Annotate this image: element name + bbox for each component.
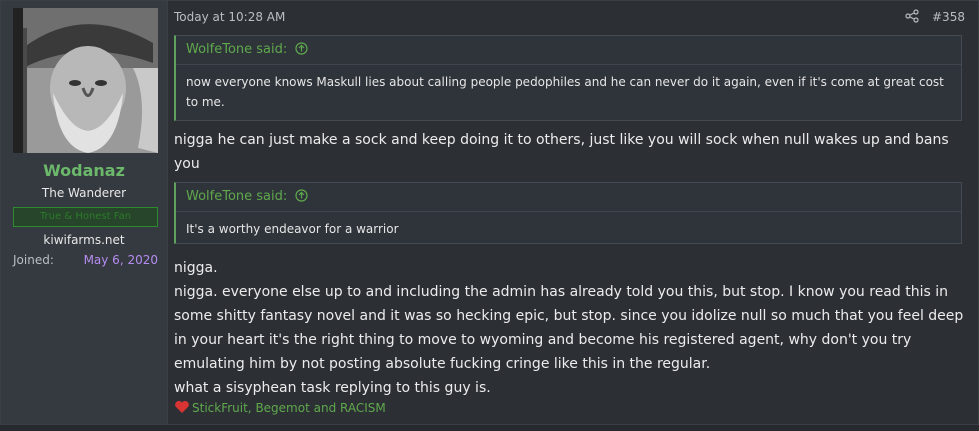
post-number[interactable]: #358 bbox=[932, 10, 965, 24]
reactions-bar[interactable]: StickFruit, Begemot and RACISM bbox=[174, 400, 386, 415]
reactions-list[interactable]: StickFruit, Begemot and RACISM bbox=[192, 401, 386, 415]
quote-author[interactable]: WolfeTone said: bbox=[186, 42, 287, 57]
avatar[interactable] bbox=[13, 8, 158, 153]
joined-label: Joined: bbox=[13, 253, 54, 267]
post-content: Today at 10:28 AM #358 WolfeTone said: n… bbox=[174, 1, 970, 424]
user-banner: True & Honest Fan bbox=[13, 207, 158, 227]
reply-line: what a sisyphean task replying to this g… bbox=[174, 380, 491, 396]
heart-icon bbox=[175, 400, 189, 413]
quote-header[interactable]: WolfeTone said: bbox=[176, 36, 961, 65]
user-sidebar: Wodanaz The Wanderer True & Honest Fan k… bbox=[1, 1, 168, 424]
quote-author[interactable]: WolfeTone said: bbox=[186, 189, 287, 204]
user-title: The Wanderer bbox=[41, 186, 127, 200]
quote-text: It's a worthy endeavor for a warrior bbox=[186, 222, 399, 236]
quote-arrow-icon[interactable] bbox=[295, 42, 309, 55]
reply-text: nigga he can just make a sock and keep d… bbox=[174, 132, 949, 172]
username[interactable]: Wodanaz bbox=[1, 161, 167, 180]
avatar-image bbox=[13, 8, 158, 153]
reply-line: nigga. bbox=[174, 260, 218, 276]
post-timestamp[interactable]: Today at 10:28 AM bbox=[174, 10, 285, 24]
user-site: kiwifarms.net bbox=[43, 233, 125, 247]
quote-arrow-icon[interactable] bbox=[295, 189, 309, 202]
reply-line: nigga. everyone else up to and including… bbox=[174, 284, 964, 372]
quote-text: now everyone knows Maskull lies about ca… bbox=[186, 75, 944, 109]
share-icon[interactable] bbox=[905, 9, 919, 23]
quote-header[interactable]: WolfeTone said: bbox=[176, 183, 961, 212]
quote-block: WolfeTone said: It's a worthy endeavor f… bbox=[174, 182, 962, 244]
quote-block: WolfeTone said: now everyone knows Masku… bbox=[174, 35, 962, 121]
forum-post: Wodanaz The Wanderer True & Honest Fan k… bbox=[0, 0, 979, 425]
joined-date: May 6, 2020 bbox=[83, 253, 158, 267]
reply-text-block: nigga. nigga. everyone else up to and in… bbox=[174, 256, 964, 400]
